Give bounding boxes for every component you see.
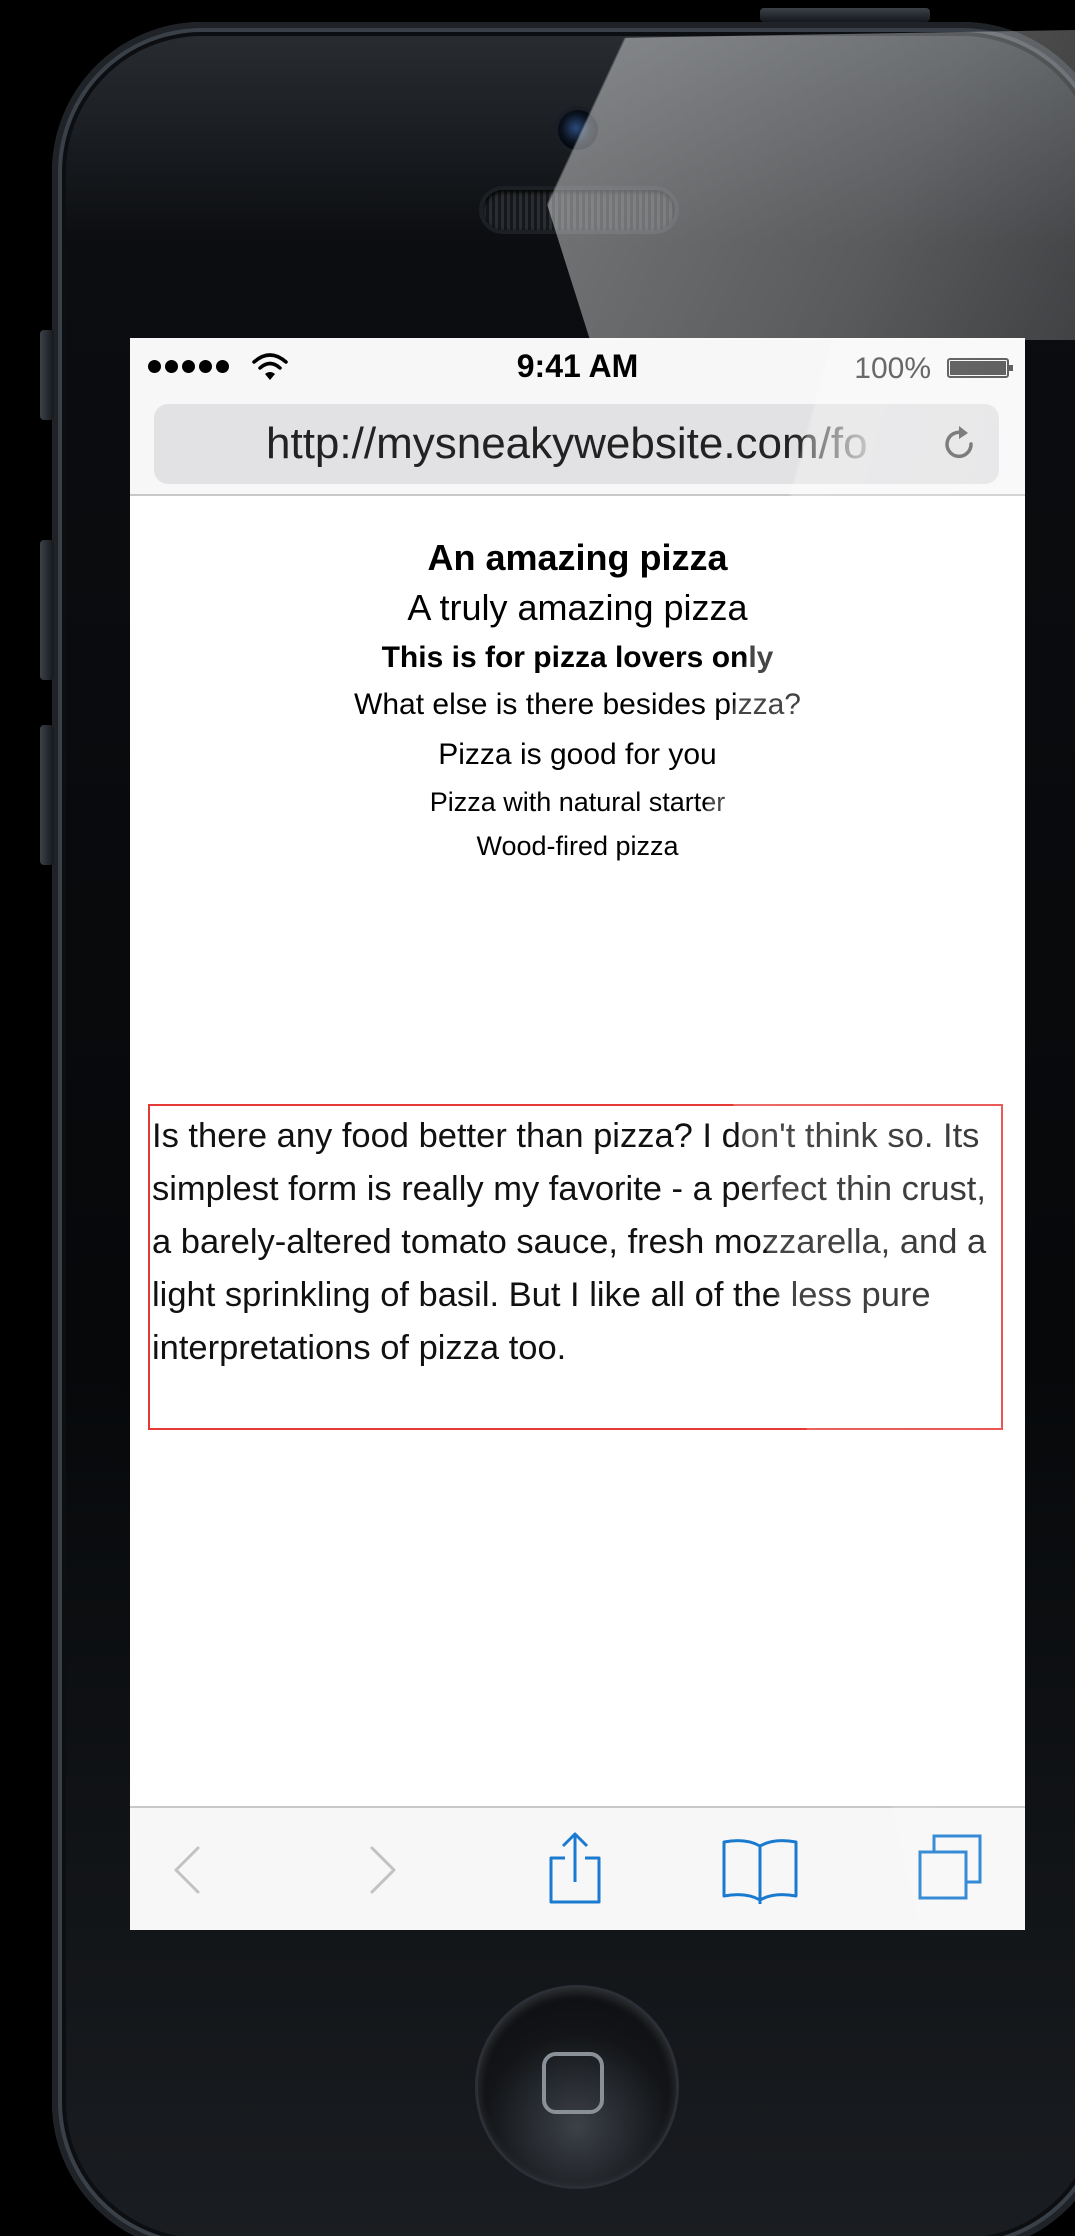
volume-down-button	[40, 725, 54, 865]
battery-percentage: 100%	[854, 352, 931, 385]
highlighted-paragraph: Is there any food better than pizza? I d…	[148, 1104, 1003, 1430]
share-icon	[549, 1832, 601, 1904]
share-button[interactable]	[535, 1830, 615, 1910]
heading-list: An amazing pizza A truly amazing pizza T…	[130, 496, 1025, 868]
bookmarks-button[interactable]	[720, 1830, 800, 1910]
browser-toolbar	[130, 1806, 1025, 1930]
page-content: An amazing pizza A truly amazing pizza T…	[130, 496, 1025, 868]
heading-2: A truly amazing pizza	[407, 587, 748, 628]
mute-switch	[40, 330, 54, 420]
home-square-icon	[542, 2052, 604, 2114]
back-button[interactable]	[150, 1830, 230, 1910]
bookmarks-icon	[722, 1839, 798, 1904]
power-button	[760, 8, 930, 22]
back-icon	[174, 1846, 200, 1894]
heading-7: Wood-fired pizza	[476, 831, 679, 861]
tabs-button[interactable]	[910, 1830, 990, 1910]
heading-5: Pizza is good for you	[438, 738, 717, 771]
heading-6: Pizza with natural starter	[429, 787, 726, 817]
forward-button[interactable]	[340, 1830, 420, 1910]
device-mockup: 9:41 AM 100% http://mysneakywebsite.com/…	[0, 0, 1075, 2236]
browser-address-area: http://mysneakywebsite.com/fo	[130, 398, 1025, 496]
volume-up-button	[40, 540, 54, 680]
phone-screen: 9:41 AM 100% http://mysneakywebsite.com/…	[130, 338, 1025, 1930]
home-button[interactable]	[478, 1988, 676, 2186]
address-bar[interactable]: http://mysneakywebsite.com/fo	[154, 404, 999, 484]
forward-icon	[370, 1846, 396, 1894]
reload-icon[interactable]	[939, 424, 979, 464]
tabs-icon	[918, 1834, 982, 1900]
front-camera	[558, 110, 598, 150]
heading-1: An amazing pizza	[427, 537, 728, 578]
url-fade	[794, 404, 934, 484]
earpiece-speaker	[483, 190, 675, 230]
battery-icon	[947, 358, 1013, 378]
heading-4: What else is there besides pizza?	[354, 688, 801, 721]
status-bar: 9:41 AM 100%	[130, 338, 1025, 398]
heading-3: This is for pizza lovers only	[381, 641, 774, 674]
